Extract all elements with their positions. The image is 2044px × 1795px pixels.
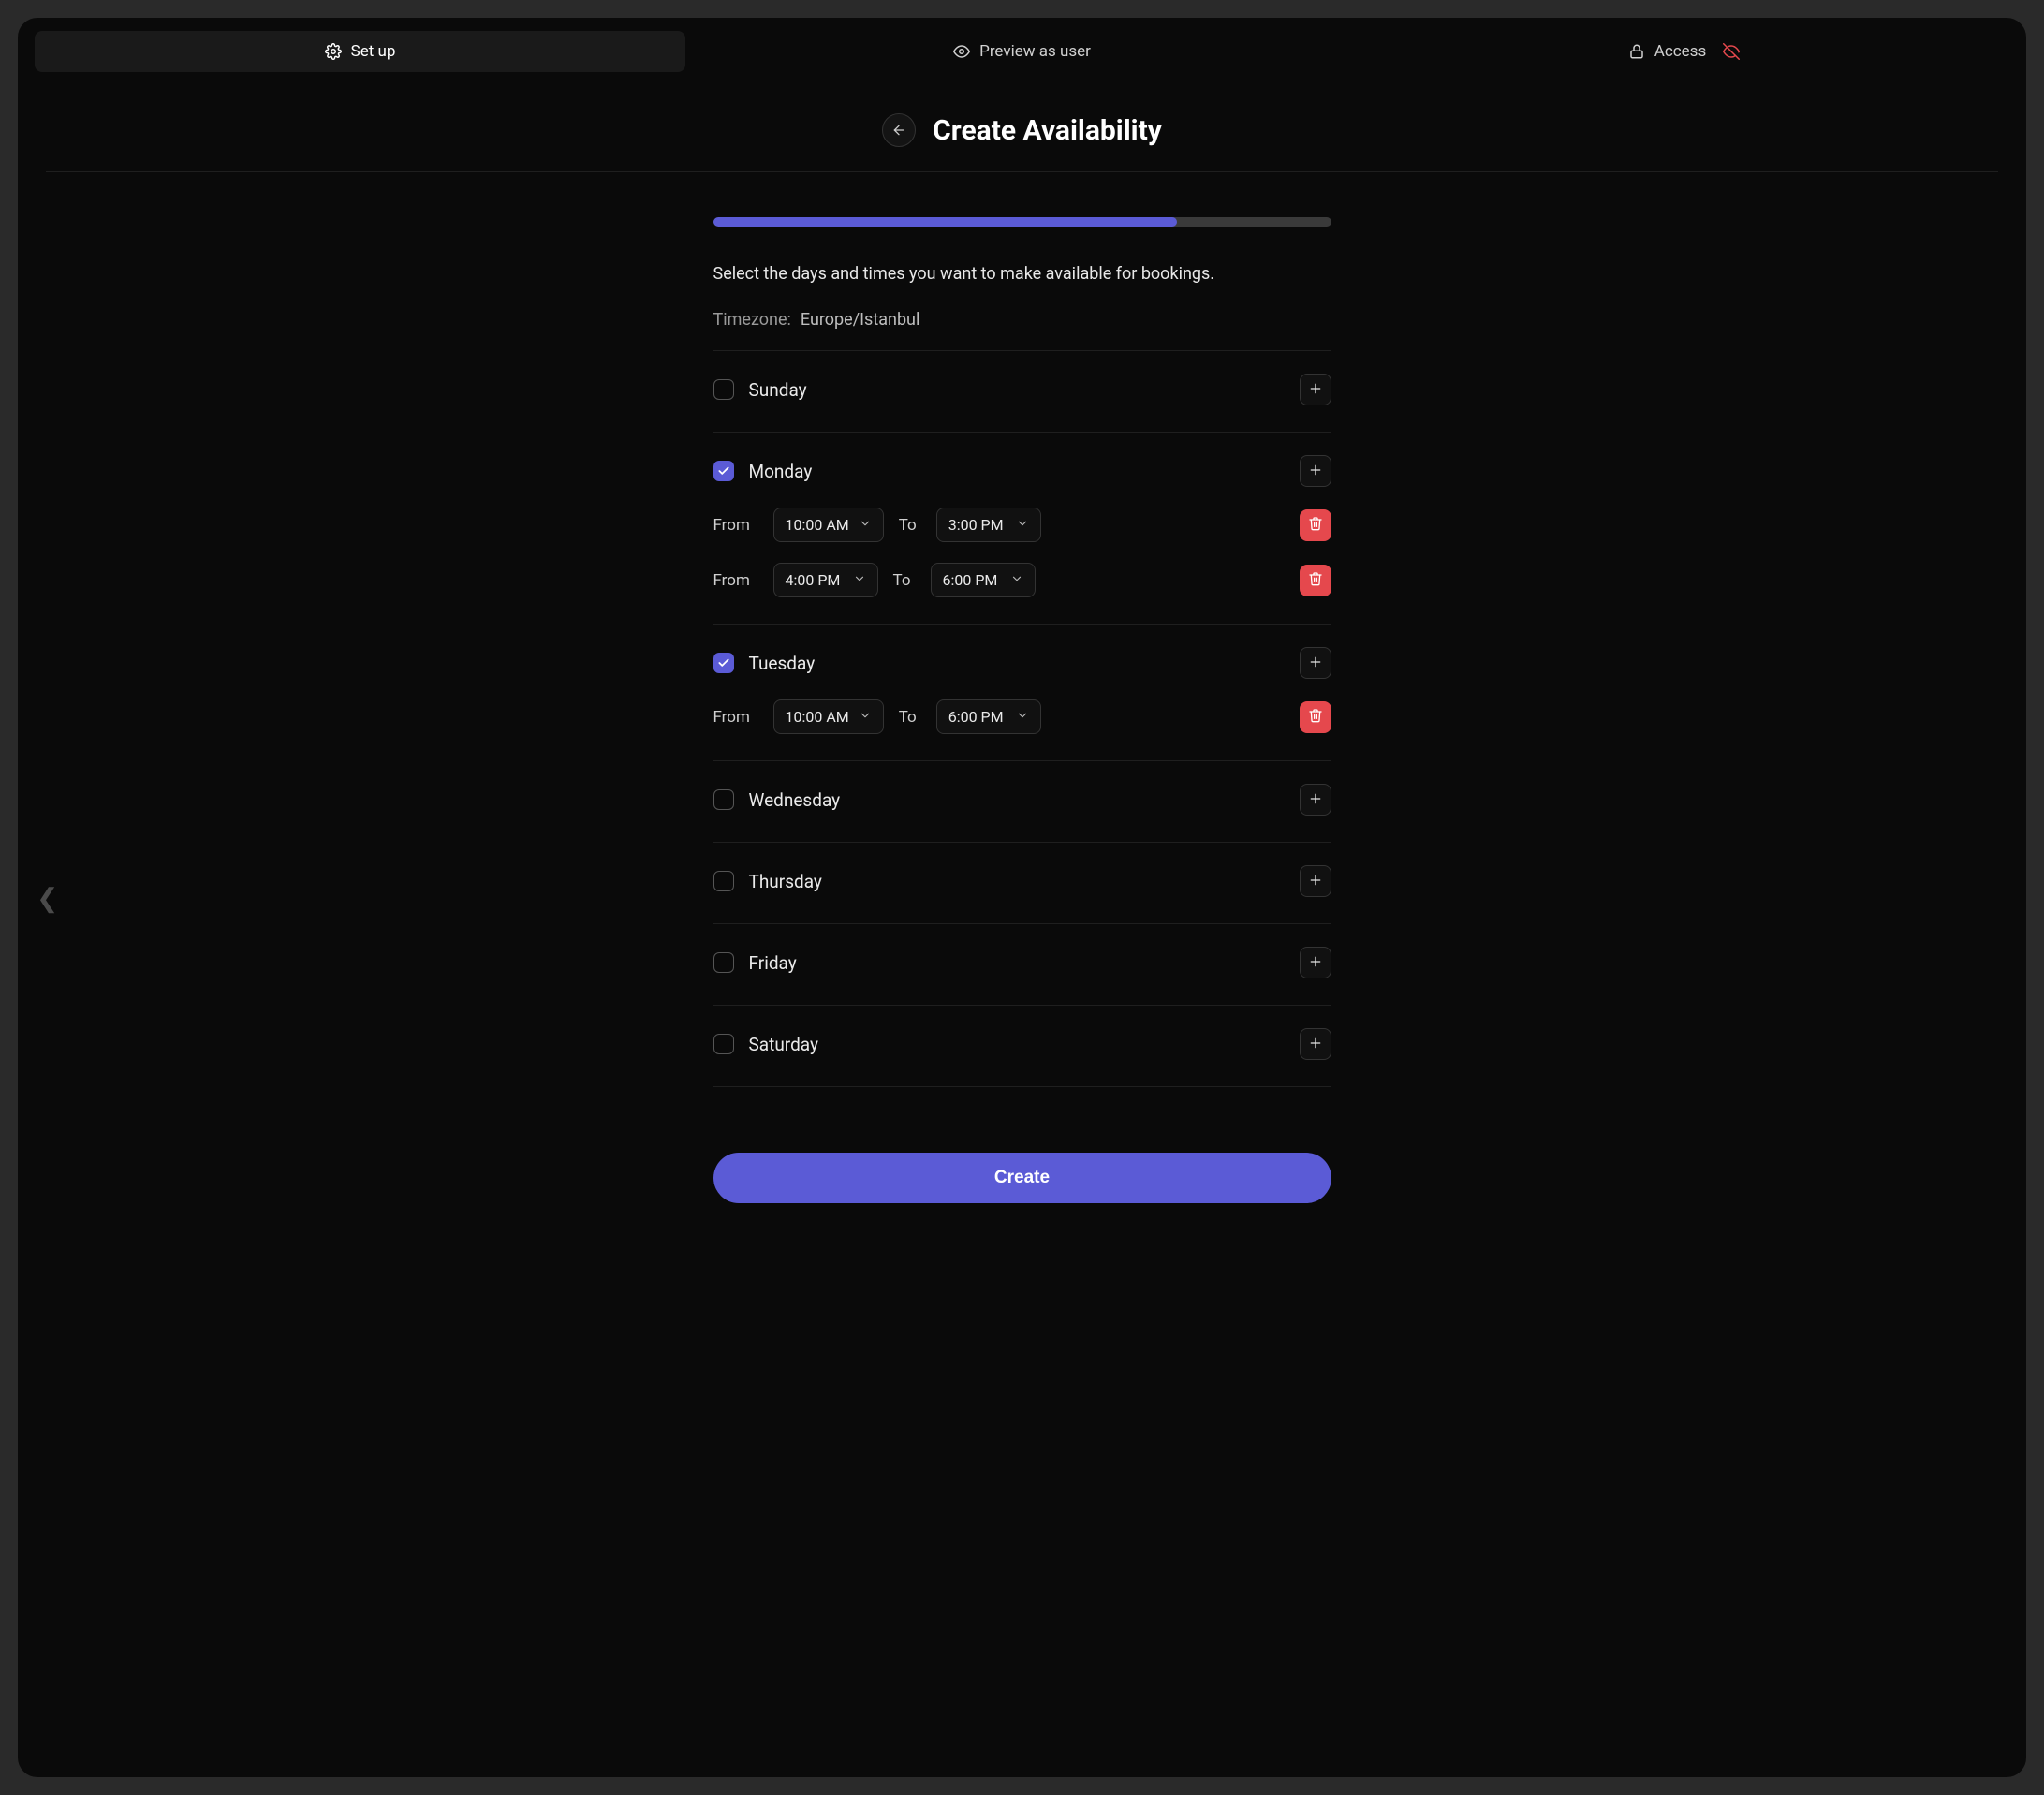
top-tabbar: Set up Preview as user Access <box>18 18 2026 81</box>
day-block-thursday: Thursday <box>713 842 1331 923</box>
eye-icon <box>953 43 970 60</box>
plus-icon <box>1308 1036 1323 1053</box>
day-block-saturday: Saturday <box>713 1005 1331 1087</box>
day-checkbox-wednesday[interactable] <box>713 789 734 810</box>
plus-icon <box>1308 381 1323 399</box>
tab-preview-label: Preview as user <box>979 42 1091 61</box>
from-time-select[interactable]: 4:00 PM <box>773 563 878 597</box>
tab-access-label: Access <box>1654 42 1706 61</box>
to-time-select[interactable]: 6:00 PM <box>931 563 1036 597</box>
day-block-sunday: Sunday <box>713 350 1331 432</box>
chevron-down-icon <box>859 708 872 726</box>
day-header: Thursday <box>713 865 1331 897</box>
day-checkbox-thursday[interactable] <box>713 871 734 891</box>
progress-fill <box>713 217 1177 227</box>
gear-icon <box>325 43 342 60</box>
day-checkbox-sunday[interactable] <box>713 379 734 400</box>
trash-icon <box>1308 516 1323 534</box>
app-window: ❮ Set up Preview as user Access <box>17 17 2027 1778</box>
from-label: From <box>713 516 758 535</box>
time-slot-row: From 10:00 AM To 6:00 PM <box>713 699 1331 734</box>
day-checkbox-friday[interactable] <box>713 952 734 973</box>
chevron-down-icon <box>1010 571 1023 589</box>
page-header: Create Availability <box>46 81 1998 172</box>
to-time-value: 3:00 PM <box>948 516 1004 534</box>
plus-icon <box>1308 655 1323 672</box>
day-checkbox-saturday[interactable] <box>713 1034 734 1054</box>
add-slot-button-wednesday[interactable] <box>1300 784 1331 816</box>
to-time-value: 6:00 PM <box>943 571 998 589</box>
to-time-select[interactable]: 6:00 PM <box>936 699 1041 734</box>
to-time-select[interactable]: 3:00 PM <box>936 508 1041 542</box>
day-header: Monday <box>713 455 1331 487</box>
tab-set-up-label: Set up <box>351 42 396 61</box>
to-label: To <box>899 516 921 535</box>
day-checkbox-monday[interactable] <box>713 461 734 481</box>
to-label: To <box>899 708 921 727</box>
add-slot-button-sunday[interactable] <box>1300 374 1331 405</box>
add-slot-button-monday[interactable] <box>1300 455 1331 487</box>
day-header: Wednesday <box>713 784 1331 816</box>
day-header: Tuesday <box>713 647 1331 679</box>
from-time-select[interactable]: 10:00 AM <box>773 699 884 734</box>
progress-bar <box>713 217 1331 227</box>
day-label: Thursday <box>749 871 822 892</box>
plus-icon <box>1308 873 1323 890</box>
day-block-tuesday: Tuesday From 10:00 AM To 6:00 PM <box>713 624 1331 760</box>
time-slot-row: From 10:00 AM To 3:00 PM <box>713 508 1331 542</box>
from-label: From <box>713 571 758 590</box>
day-label: Monday <box>749 461 813 482</box>
from-time-select[interactable]: 10:00 AM <box>773 508 884 542</box>
add-slot-button-friday[interactable] <box>1300 947 1331 978</box>
plus-icon <box>1308 791 1323 809</box>
delete-slot-button[interactable] <box>1300 509 1331 541</box>
lock-icon <box>1628 43 1645 60</box>
to-label: To <box>893 571 916 590</box>
day-label: Tuesday <box>749 653 816 674</box>
tab-access[interactable]: Access <box>1359 31 2009 72</box>
back-button[interactable] <box>882 113 916 147</box>
chevron-down-icon <box>1016 516 1029 534</box>
day-label: Saturday <box>749 1034 818 1055</box>
from-label: From <box>713 708 758 727</box>
add-slot-button-tuesday[interactable] <box>1300 647 1331 679</box>
day-label: Sunday <box>749 379 807 401</box>
day-header: Sunday <box>713 374 1331 405</box>
plus-icon <box>1308 954 1323 972</box>
day-header: Saturday <box>713 1028 1331 1060</box>
eye-off-icon <box>1723 43 1740 60</box>
chevron-down-icon <box>1016 708 1029 726</box>
to-time-value: 6:00 PM <box>948 708 1004 726</box>
add-slot-button-saturday[interactable] <box>1300 1028 1331 1060</box>
tab-preview-as-user[interactable]: Preview as user <box>697 31 1347 72</box>
trash-icon <box>1308 571 1323 589</box>
page-title: Create Availability <box>933 114 1162 147</box>
timezone-label: Timezone: <box>713 310 791 330</box>
chevron-down-icon <box>853 571 866 589</box>
timezone-row: Timezone: Europe/Istanbul <box>713 310 1331 330</box>
trash-icon <box>1308 708 1323 726</box>
tab-set-up[interactable]: Set up <box>35 31 685 72</box>
instructions-text: Select the days and times you want to ma… <box>713 264 1331 284</box>
days-list: Sunday Monday From 10:00 AM To 3:00 PM From 4:0… <box>713 350 1331 1087</box>
add-slot-button-thursday[interactable] <box>1300 865 1331 897</box>
delete-slot-button[interactable] <box>1300 565 1331 596</box>
chevron-down-icon <box>859 516 872 534</box>
timezone-value[interactable]: Europe/Istanbul <box>801 310 920 330</box>
day-block-wednesday: Wednesday <box>713 760 1331 842</box>
day-block-friday: Friday <box>713 923 1331 1005</box>
day-label: Wednesday <box>749 789 841 811</box>
day-label: Friday <box>749 952 797 974</box>
day-header: Friday <box>713 947 1331 978</box>
create-button[interactable]: Create <box>713 1153 1331 1203</box>
delete-slot-button[interactable] <box>1300 701 1331 733</box>
from-time-value: 10:00 AM <box>786 708 849 726</box>
day-block-monday: Monday From 10:00 AM To 3:00 PM From 4:00 PM To… <box>713 432 1331 624</box>
time-slot-row: From 4:00 PM To 6:00 PM <box>713 563 1331 597</box>
from-time-value: 10:00 AM <box>786 516 849 534</box>
plus-icon <box>1308 463 1323 480</box>
day-checkbox-tuesday[interactable] <box>713 653 734 673</box>
from-time-value: 4:00 PM <box>786 571 841 589</box>
